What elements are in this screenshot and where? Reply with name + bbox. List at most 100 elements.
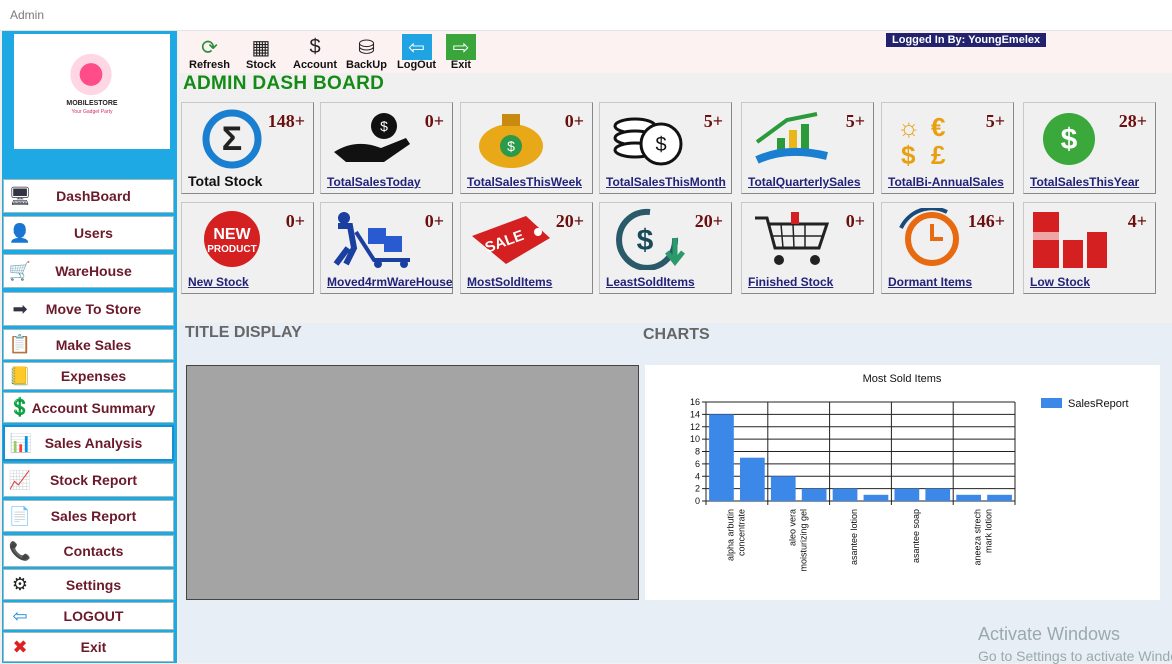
card-total-stock[interactable]: Σ 148+ Total Stock xyxy=(181,102,314,194)
x-tick-label: asantee lotion xyxy=(849,509,859,565)
x-tick-label: asantee soap xyxy=(911,509,921,563)
card-totalquarterlysales[interactable]: 5+ TotalQuarterlySales xyxy=(741,102,874,194)
toolbar-label: Stock xyxy=(246,59,276,71)
card-finished-stock[interactable]: 0+ Finished Stock xyxy=(741,202,874,294)
trolley-mover-icon xyxy=(326,208,414,270)
sigma-icon: Σ xyxy=(187,108,275,170)
computer-icon: 🖥 xyxy=(8,185,32,206)
sidebar-item-account-summary[interactable]: 💲 Account Summary xyxy=(3,392,174,423)
toolbar-label: Refresh xyxy=(189,59,230,71)
card-count: 146+ xyxy=(967,211,1005,231)
card-label[interactable]: TotalBi-AnnualSales xyxy=(888,175,1004,189)
bar xyxy=(894,488,920,501)
title-display-heading: TITLE DISPLAY xyxy=(185,324,302,341)
logo-name: MOBILESTORE xyxy=(66,100,118,107)
dollar-down-icon: $ xyxy=(605,208,693,270)
sidebar-item-settings[interactable]: ⚙ Settings xyxy=(3,569,174,600)
bar xyxy=(956,494,982,501)
card-label[interactable]: Moved4rmWareHouse xyxy=(327,275,453,289)
svg-text:€: € xyxy=(931,112,945,142)
card-new-stock[interactable]: NEW PRODUCT 0+ New Stock xyxy=(181,202,314,294)
logout-icon: ⇦ xyxy=(401,34,432,60)
x-tick-label: aleo vera xyxy=(787,509,797,546)
sidebar-item-logout[interactable]: ⇦ LOGOUT xyxy=(3,602,174,630)
growth-hand-icon xyxy=(747,108,835,170)
sidebar-item-make-sales[interactable]: 📋 Make Sales xyxy=(3,329,174,360)
clock-cycle-icon xyxy=(887,208,975,270)
card-label[interactable]: Dormant Items xyxy=(888,275,972,289)
card-count: 0+ xyxy=(424,211,444,231)
card-leastsolditems[interactable]: $20+ LeastSoldItems xyxy=(599,202,732,294)
user-icon: 👤 xyxy=(8,222,32,243)
move-arrow-icon: ➡ xyxy=(12,298,28,319)
card-label[interactable]: MostSoldItems xyxy=(467,275,552,289)
card-totalsalesthisweek[interactable]: $0+ TotalSalesThisWeek xyxy=(460,102,593,194)
card-label[interactable]: Total Stock xyxy=(188,173,262,189)
sidebar-item-exit[interactable]: ✖ Exit xyxy=(3,632,174,662)
card-totalsalestoday[interactable]: $0+ TotalSalesToday xyxy=(320,102,453,194)
card-label[interactable]: New Stock xyxy=(188,275,249,289)
sidebar-item-stock-report[interactable]: 📈 Stock Report xyxy=(3,463,174,497)
legend-label: SalesReport xyxy=(1068,398,1129,410)
activate-windows-hint: Go to Settings to activate Windows. xyxy=(978,648,1172,664)
bar xyxy=(925,488,951,501)
card-totalbi-annualsales[interactable]: ☼ € $ £5+ TotalBi-AnnualSales xyxy=(881,102,1014,194)
dollar-bag-icon: $ xyxy=(466,108,554,170)
toolbar-stock-button[interactable]: ▦ Stock xyxy=(246,34,276,71)
card-label[interactable]: Low Stock xyxy=(1030,275,1090,289)
bar xyxy=(709,414,734,501)
card-totalsalesthismonth[interactable]: $5+ TotalSalesThisMonth xyxy=(599,102,732,194)
gear-icon: ⚙ xyxy=(11,574,29,594)
card-mostsolditems[interactable]: SALE 20+ MostSoldItems xyxy=(460,202,593,294)
toolbar-logout-button[interactable]: ⇦ LogOut xyxy=(397,34,436,71)
toolbar-label: Account xyxy=(293,59,337,71)
card-label[interactable]: TotalSalesThisWeek xyxy=(467,175,582,189)
y-tick-label: 8 xyxy=(695,447,700,457)
card-label[interactable]: Finished Stock xyxy=(748,275,833,289)
x-tick-label: aneeza strech xyxy=(973,509,983,566)
y-tick-label: 12 xyxy=(690,422,700,432)
card-label[interactable]: TotalSalesThisMonth xyxy=(606,175,726,189)
sidebar-item-contacts[interactable]: 📞 Contacts xyxy=(3,535,174,567)
x-tick-label: concentrate xyxy=(736,509,746,556)
refresh-icon: ⟳ xyxy=(201,36,218,59)
toolbar-account-button[interactable]: $ Account xyxy=(293,34,337,71)
card-moved4rmwarehouse[interactable]: 0+ Moved4rmWareHouse xyxy=(320,202,453,294)
logo-tagline: Your Gadget Party xyxy=(71,109,113,115)
card-count: 5+ xyxy=(845,111,865,131)
svg-text:$: $ xyxy=(901,140,916,170)
sidebar-item-dashboard[interactable]: 🖥 DashBoard xyxy=(3,179,174,213)
chart-title: Most Sold Items xyxy=(863,373,942,385)
toolbar-exit-button[interactable]: ⇨ Exit xyxy=(446,34,476,71)
x-tick-label: moisturizing gel xyxy=(798,509,808,572)
sidebar-item-expenses[interactable]: 📒 Expenses xyxy=(3,362,174,390)
sidebar-item-sales-analysis[interactable]: 📊 Sales Analysis xyxy=(3,425,174,461)
ledger-icon: 📒 xyxy=(8,365,32,386)
svg-text:Σ: Σ xyxy=(222,120,242,158)
y-tick-label: 2 xyxy=(695,484,700,494)
card-totalsalesthisyear[interactable]: $28+ TotalSalesThisYear xyxy=(1023,102,1156,194)
sidebar-item-move-to-store[interactable]: ➡ Move To Store xyxy=(3,292,174,326)
toolbar-backup-button[interactable]: ⛁ BackUp xyxy=(346,34,387,71)
card-dormant-items[interactable]: 146+ Dormant Items xyxy=(881,202,1014,294)
bar xyxy=(863,494,889,501)
bar xyxy=(801,488,827,501)
low-bars-icon xyxy=(1029,208,1117,270)
new-product-badge-icon: NEW PRODUCT xyxy=(187,208,275,270)
sidebar-item-warehouse[interactable]: 🛒 WareHouse xyxy=(3,254,174,288)
toolbar-label: BackUp xyxy=(346,59,387,71)
sidebar-item-users[interactable]: 👤 Users xyxy=(3,216,174,250)
chart-panel: Most Sold Items 0 2 4 6 8 10 12 14 16 alpha arbuti… xyxy=(645,365,1160,600)
logged-in-label: Logged In By: YoungEmelex xyxy=(886,33,1047,47)
toolbar-refresh-button[interactable]: ⟳ Refresh xyxy=(189,34,230,71)
card-low-stock[interactable]: 4+ Low Stock xyxy=(1023,202,1156,294)
card-label[interactable]: TotalSalesToday xyxy=(327,175,421,189)
card-label[interactable]: TotalQuarterlySales xyxy=(748,175,861,189)
sidebar-item-sales-report[interactable]: 📄 Sales Report xyxy=(3,500,174,532)
card-label[interactable]: TotalSalesThisYear xyxy=(1030,175,1139,189)
account-icon: $ xyxy=(309,35,321,58)
bar xyxy=(832,488,858,501)
card-label[interactable]: LeastSoldItems xyxy=(606,275,695,289)
charts-heading: CHARTS xyxy=(643,326,710,343)
toolbar-label: Exit xyxy=(450,59,472,71)
